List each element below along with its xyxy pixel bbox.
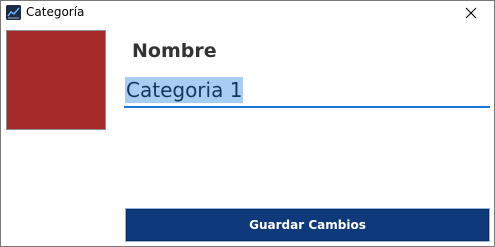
window-title: Categoría [26,5,85,19]
app-chart-icon [6,5,21,20]
name-input-value: Categoria 1 [125,77,244,103]
close-icon [465,4,477,23]
category-color-swatch[interactable] [6,30,106,130]
save-changes-button[interactable]: Guardar Cambios [126,209,489,241]
close-button[interactable] [448,1,494,25]
name-label: Nombre [132,40,217,62]
name-input[interactable]: Categoria 1 [124,76,490,108]
title-bar[interactable]: Categoría [1,1,494,25]
category-dialog: Categoría Nombre Categoria 1 Guardar Cam… [0,0,495,247]
